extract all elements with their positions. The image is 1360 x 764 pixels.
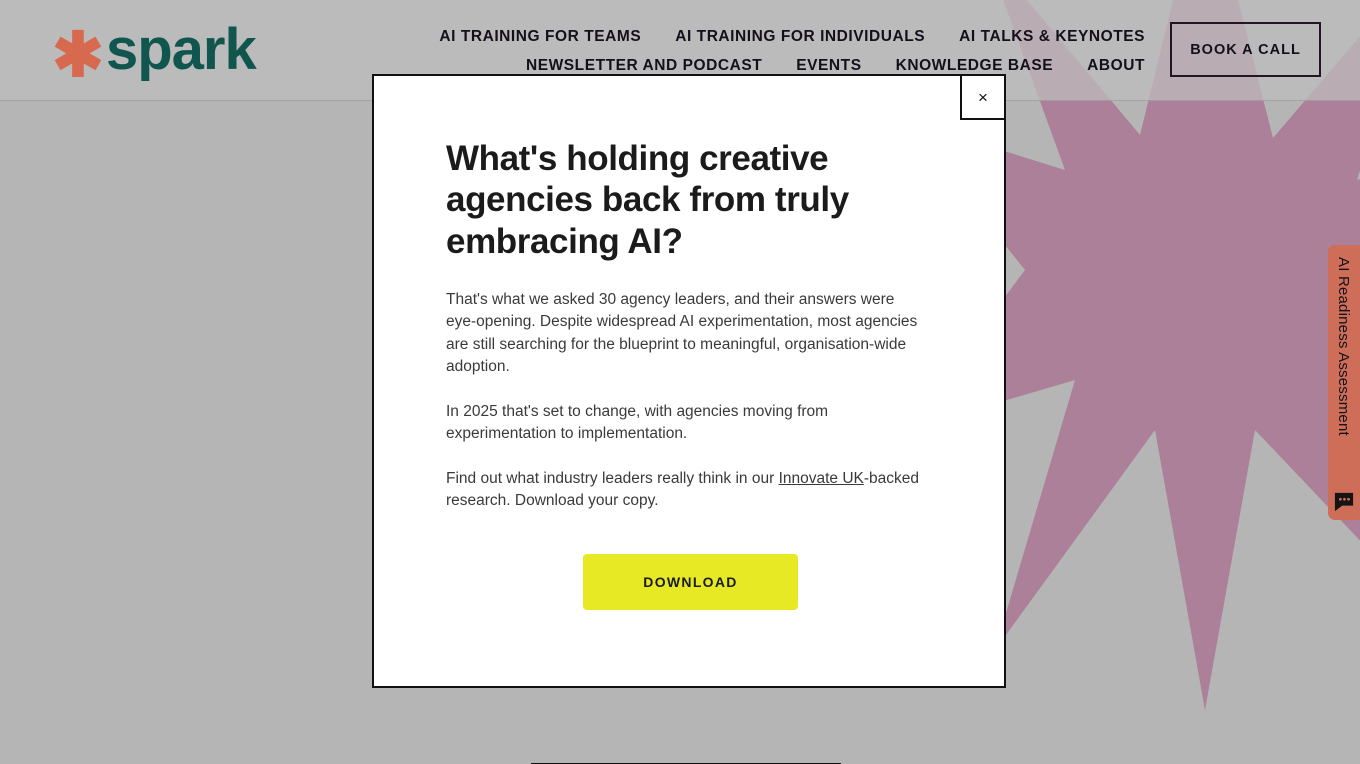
site-logo[interactable]: ✱ spark [52,17,257,87]
download-report-modal: × What's holding creative agencies back … [372,74,1006,688]
side-tab-label: AI Readiness Assessment [1335,257,1353,436]
modal-paragraph-1: That's what we asked 30 agency leaders, … [446,290,918,376]
modal-download-button[interactable]: DOWNLOAD [583,554,798,610]
asterisk-icon: ✱ [52,21,104,90]
modal-paragraph-3-prefix: Find out what industry leaders really th… [446,469,779,487]
nav-row-primary: AI TRAINING FOR TEAMS AI TRAINING FOR IN… [400,22,1145,51]
modal-body: What's holding creative agencies back fr… [374,76,1004,513]
nav-item-ai-training-teams[interactable]: AI TRAINING FOR TEAMS [439,28,641,46]
nav-item-ai-talks-keynotes[interactable]: AI TALKS & KEYNOTES [959,28,1145,46]
nav-item-knowledge-base[interactable]: KNOWLEDGE BASE [896,57,1054,75]
modal-title: What's holding creative agencies back fr… [446,139,849,261]
chat-bubble-icon [1334,492,1354,512]
modal-paragraph-3: Find out what industry leaders really th… [446,468,924,513]
modal-paragraph-2: In 2025 that's set to change, with agenc… [446,402,829,443]
nav-item-events[interactable]: EVENTS [796,57,861,75]
ai-readiness-assessment-tab[interactable]: AI Readiness Assessment [1328,245,1360,520]
nav-item-about[interactable]: ABOUT [1087,57,1145,75]
logo-wordmark: spark [105,17,257,82]
nav-item-ai-training-individuals[interactable]: AI TRAINING FOR INDIVIDUALS [675,28,925,46]
innovate-uk-link[interactable]: Innovate UK [779,470,864,487]
book-a-call-button[interactable]: BOOK A CALL [1170,22,1321,77]
close-icon[interactable]: × [960,74,1006,120]
page-root: Th wehe ng y r DOWNLOAD OUR REPORT ✱ [0,0,1360,764]
nav-item-newsletter-podcast[interactable]: NEWSLETTER AND PODCAST [526,57,762,75]
main-navigation: AI TRAINING FOR TEAMS AI TRAINING FOR IN… [400,22,1145,80]
